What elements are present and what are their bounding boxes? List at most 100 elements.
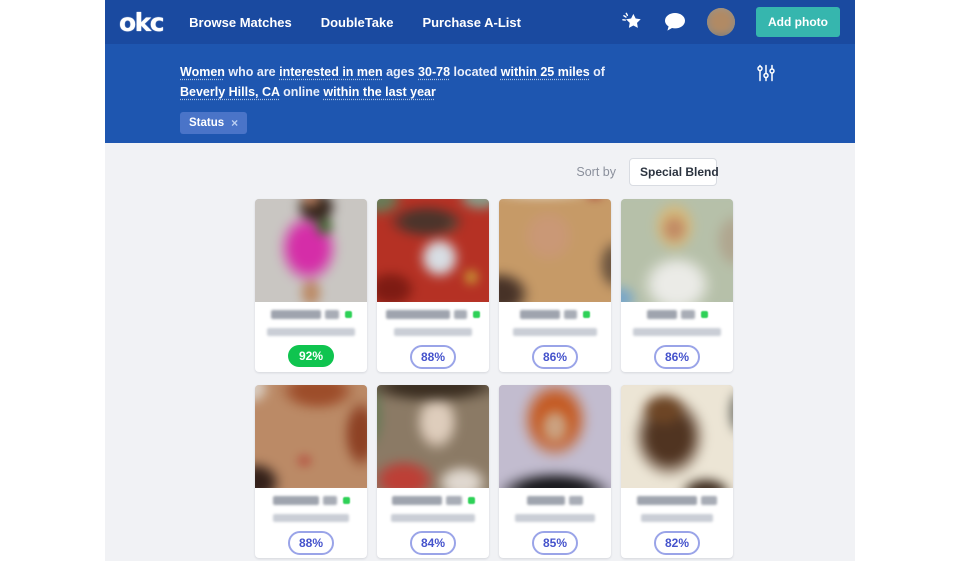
match-card[interactable]: 88% [255,385,367,558]
filter-criterion-link[interactable]: 30-78 [418,65,450,79]
filter-sentence-text: located [450,65,501,79]
match-location-redacted [621,328,733,336]
filter-criterion-link[interactable]: Women [180,65,225,79]
match-photo-blurred[interactable] [255,385,367,488]
match-percentage-badge[interactable]: 82% [654,531,700,555]
match-card-info: 82% [621,488,733,555]
online-indicator [343,497,350,504]
filter-sentence-text: online [280,85,324,99]
filter-sliders-icon[interactable] [756,63,776,83]
filter-sentence-text: of [590,65,605,79]
filter-banner: Women who are interested in men ages 30-… [105,44,855,143]
page: okc Browse Matches DoubleTake Purchase A-L… [105,0,855,561]
match-photo-blurred[interactable] [499,199,611,302]
photo-pixelation-layer [377,199,489,302]
add-photo-button[interactable]: Add photo [756,7,840,37]
match-card-info: 84% [377,488,489,555]
name-blur-block [392,496,442,505]
name-blur-block [527,496,565,505]
nav-links: Browse Matches DoubleTake Purchase A-List [189,15,521,30]
nav-item-browse-matches[interactable]: Browse Matches [189,15,292,30]
filter-criterion-link[interactable]: Beverly Hills, CA [180,85,280,99]
match-name-redacted [499,495,611,505]
match-location-redacted [377,328,489,336]
sort-selected-value: Special Blend [640,165,719,179]
photo-pixelation-layer [499,385,611,488]
age-blur-block [569,496,583,505]
name-blur-block [520,310,560,319]
match-location-redacted [255,514,367,522]
location-blur-block [273,514,349,522]
match-name-redacted [377,309,489,319]
photo-pixelation-layer [255,199,367,302]
profile-avatar[interactable] [707,8,735,36]
match-location-redacted [255,328,367,336]
age-blur-block [701,496,717,505]
photo-pixelation-layer [255,385,367,488]
online-indicator [701,311,708,318]
photo-pixelation-layer [377,385,489,488]
filter-sentence-text: ages [383,65,418,79]
match-card-info: 88% [255,488,367,555]
match-location-redacted [499,514,611,522]
filter-criterion-link[interactable]: within 25 miles [501,65,590,79]
match-photo-blurred[interactable] [621,385,733,488]
location-blur-block [641,514,713,522]
match-percentage-badge[interactable]: 88% [410,345,456,369]
match-name-redacted [255,309,367,319]
name-blur-block [386,310,450,319]
match-card[interactable]: 86% [499,199,611,372]
match-card-info: 88% [377,302,489,369]
match-photo-blurred[interactable] [499,385,611,488]
status-filter-chip[interactable]: Status × [180,112,247,134]
match-location-redacted [499,328,611,336]
match-name-redacted [499,309,611,319]
doubletake-star-icon[interactable] [621,11,643,33]
match-card-info: 85% [499,488,611,555]
filter-criterion-link[interactable]: within the last year [323,85,436,99]
filter-criterion-link[interactable]: interested in men [279,65,383,79]
location-blur-block [391,514,475,522]
chip-close-icon[interactable]: × [231,117,238,129]
sort-by-label: Sort by [576,165,616,179]
match-photo-blurred[interactable] [377,199,489,302]
matches-main: Sort by Special Blend 92% 88% 86% 86% 88% 84%… [105,143,855,561]
age-blur-block [454,310,467,319]
match-card[interactable]: 88% [377,199,489,372]
name-blur-block [273,496,319,505]
online-indicator [473,311,480,318]
status-chip-label: Status [189,117,224,129]
match-card[interactable]: 86% [621,199,733,372]
match-photo-blurred[interactable] [621,199,733,302]
match-percentage-badge[interactable]: 84% [410,531,456,555]
match-card[interactable]: 92% [255,199,367,372]
online-indicator [583,311,590,318]
match-photo-blurred[interactable] [377,385,489,488]
match-card[interactable]: 85% [499,385,611,558]
nav-right: Add photo [621,7,840,37]
top-nav: okc Browse Matches DoubleTake Purchase A-L… [105,0,855,44]
match-percentage-badge[interactable]: 86% [654,345,700,369]
online-indicator [468,497,475,504]
sort-dropdown[interactable]: Special Blend [629,158,717,186]
match-card[interactable]: 84% [377,385,489,558]
match-percentage-badge[interactable]: 85% [532,531,578,555]
messages-bubble-icon[interactable] [664,11,686,33]
nav-item-doubletake[interactable]: DoubleTake [321,15,394,30]
match-percentage-badge[interactable]: 86% [532,345,578,369]
match-percentage-badge[interactable]: 88% [288,531,334,555]
age-blur-block [446,496,462,505]
okcupid-logo[interactable]: okc [119,8,163,37]
match-card[interactable]: 82% [621,385,733,558]
match-photo-blurred[interactable] [255,199,367,302]
match-percentage-badge[interactable]: 92% [288,345,334,367]
name-blur-block [637,496,697,505]
age-blur-block [323,496,337,505]
location-blur-block [394,328,472,336]
sort-row: Sort by Special Blend [105,158,855,186]
location-blur-block [633,328,721,336]
online-indicator [345,311,352,318]
match-location-redacted [621,514,733,522]
nav-item-purchase-a-list[interactable]: Purchase A-List [422,15,521,30]
match-name-redacted [621,495,733,505]
